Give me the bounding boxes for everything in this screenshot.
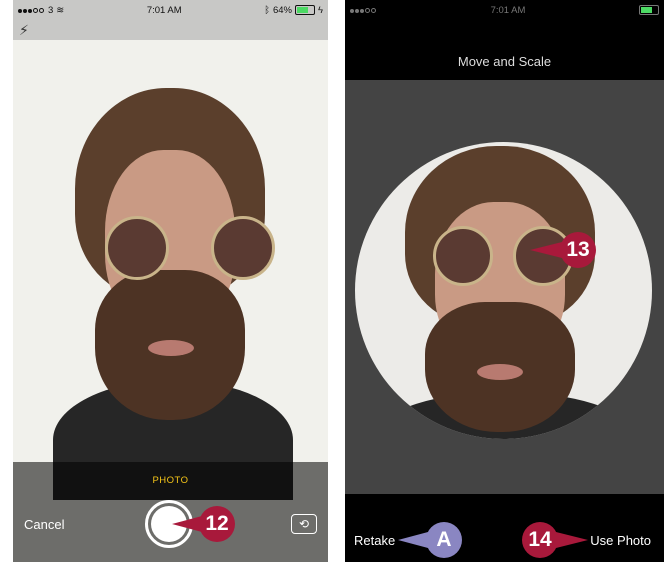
crop-area[interactable]: [345, 80, 664, 494]
callout-14-pointer: [556, 532, 588, 548]
cancel-button[interactable]: Cancel: [24, 517, 64, 532]
mode-photo-label[interactable]: PHOTO: [13, 475, 328, 486]
battery-icon: [638, 5, 659, 15]
switch-camera-icon[interactable]: ⟲: [291, 514, 317, 534]
status-bar: 7:01 AM: [345, 0, 664, 20]
crop-circle[interactable]: [355, 142, 652, 439]
callout-12-pointer: [172, 516, 202, 532]
signal-icon: [18, 5, 45, 16]
charging-icon: ϟ: [317, 4, 323, 16]
battery-icon: [294, 5, 315, 15]
callout-12: 12: [199, 506, 235, 542]
battery-percent: 64%: [272, 4, 292, 16]
cropped-photo-face: [355, 142, 652, 439]
wifi-icon: ≋: [56, 4, 65, 16]
status-bar: 3 ≋ 7:01 AM ᛒ 64% ϟ: [13, 0, 328, 20]
page-title: Move and Scale: [457, 54, 552, 69]
camera-preview-face: [13, 40, 328, 500]
bluetooth-icon: ᛒ: [264, 4, 270, 16]
callout-a-pointer: [398, 532, 428, 548]
camera-top-bar: ⚡︎: [13, 20, 328, 40]
callout-13-pointer: [530, 242, 562, 258]
status-time: 7:01 AM: [146, 4, 182, 16]
callout-a: A: [426, 522, 462, 558]
move-and-scale-screen: 7:01 AM Move and Scale Retake Use Photo: [345, 0, 664, 562]
retake-button[interactable]: Retake: [354, 533, 395, 548]
signal-icon: [350, 5, 377, 16]
camera-screen: 3 ≋ 7:01 AM ᛒ 64% ϟ ⚡︎ PHOTO Cancel ⟲: [13, 0, 328, 562]
flash-off-icon[interactable]: ⚡︎: [19, 22, 29, 39]
use-photo-button[interactable]: Use Photo: [590, 533, 651, 548]
bottom-toolbar: [345, 494, 664, 562]
carrier-label: 3: [48, 4, 54, 16]
callout-14: 14: [522, 522, 558, 558]
callout-13: 13: [560, 232, 596, 268]
status-time: 7:01 AM: [490, 4, 526, 16]
